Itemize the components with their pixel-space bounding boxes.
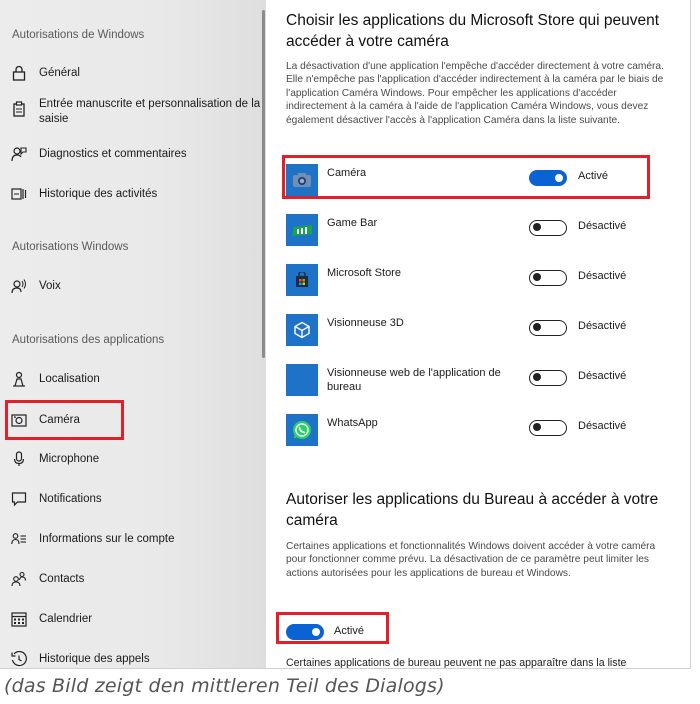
store-apps-heading: Choisir les applications du Microsoft St… <box>286 12 660 50</box>
app-row-microsoft-store: Microsoft Store Désactivé <box>276 264 684 300</box>
3d-viewer-toggle[interactable] <box>529 320 567 336</box>
sidebar-item-general[interactable]: Général <box>10 64 80 82</box>
calendar-icon <box>10 610 28 628</box>
lock-icon <box>10 64 28 82</box>
app-row-desktop-web-viewer: Visionneuse web de l'application de bure… <box>276 364 684 400</box>
app-toggle-state: Désactivé <box>578 370 627 382</box>
app-toggle-state: Désactivé <box>578 270 627 282</box>
sidebar-item-contacts[interactable]: Contacts <box>10 570 84 588</box>
microsoft-store-toggle[interactable] <box>529 270 567 286</box>
sidebar-item-diagnostics[interactable]: Diagnostics et commentaires <box>10 145 187 163</box>
game-bar-icon <box>286 214 318 246</box>
app-toggle-state: Désactivé <box>578 320 627 332</box>
image-caption: (das Bild zeigt den mittleren Teil des D… <box>4 675 445 697</box>
sidebar: Autorisations de Windows Général Entrée … <box>0 0 266 668</box>
sidebar-item-activity-history[interactable]: Historique des activités <box>10 185 157 203</box>
app-row-3d-viewer: Visionneuse 3D Désactivé <box>276 314 684 350</box>
store-apps-description: La désactivation d'une application l'emp… <box>286 61 664 126</box>
sidebar-item-label: Diagnostics et commentaires <box>39 147 187 160</box>
highlight-box-camera-app <box>282 155 650 199</box>
app-name: Visionneuse 3D <box>327 317 404 329</box>
store-bag-icon <box>286 264 318 296</box>
sidebar-item-speech[interactable]: Voix <box>10 277 61 295</box>
blank-tile-icon <box>286 364 318 396</box>
whatsapp-toggle[interactable] <box>529 420 567 436</box>
sidebar-item-label: Informations sur le compte <box>39 532 175 545</box>
call-history-icon <box>10 650 28 668</box>
whatsapp-icon <box>286 414 318 446</box>
notifications-icon <box>10 490 28 508</box>
highlight-box-camera-nav <box>5 400 124 440</box>
sidebar-item-label: Notifications <box>39 492 102 505</box>
sidebar-item-label: Voix <box>39 279 61 292</box>
activity-history-icon <box>10 185 28 203</box>
sidebar-item-account-info[interactable]: Informations sur le compte <box>10 530 175 548</box>
highlight-box-desktop-toggle <box>276 612 389 644</box>
section-header-windows-permissions-2: Autorisations Windows <box>12 241 129 253</box>
sidebar-item-label: Microphone <box>39 452 100 465</box>
app-name: WhatsApp <box>327 417 378 429</box>
sidebar-item-inking[interactable]: Entrée manuscrite et personnalisation de… <box>10 97 262 127</box>
sidebar-scrollbar[interactable] <box>262 10 265 358</box>
frame-border-right <box>690 0 691 668</box>
contacts-icon <box>10 570 28 588</box>
app-row-whatsapp: WhatsApp Désactivé <box>276 414 684 450</box>
app-toggle-state: Désactivé <box>578 420 627 432</box>
desktop-web-viewer-toggle[interactable] <box>529 370 567 386</box>
app-name: Microsoft Store <box>327 267 401 279</box>
sidebar-item-location[interactable]: Localisation <box>10 370 100 388</box>
desktop-apps-description: Certaines applications et fonctionnalité… <box>286 541 656 579</box>
desktop-apps-footer-note: Certaines applications de bureau peuvent… <box>286 657 627 668</box>
microphone-icon <box>10 450 28 468</box>
section-header-windows-permissions: Autorisations de Windows <box>12 29 145 41</box>
sidebar-item-notifications[interactable]: Notifications <box>10 490 102 508</box>
app-row-game-bar: Game Bar Désactivé <box>276 214 684 250</box>
app-name: Game Bar <box>327 217 378 229</box>
location-person-icon <box>10 370 28 388</box>
clipboard-icon <box>10 100 28 118</box>
sidebar-item-label: Entrée manuscrite et personnalisation de… <box>39 98 261 125</box>
frame-border-bottom <box>0 668 691 669</box>
3d-cube-icon <box>286 314 318 346</box>
game-bar-toggle[interactable] <box>529 220 567 236</box>
sidebar-item-microphone[interactable]: Microphone <box>10 450 99 468</box>
sidebar-item-label: Localisation <box>39 372 100 385</box>
sidebar-item-call-history[interactable]: Historique des appels <box>10 650 150 668</box>
app-toggle-state: Désactivé <box>578 220 627 232</box>
section-header-app-permissions: Autorisations des applications <box>12 334 165 346</box>
account-info-icon <box>10 530 28 548</box>
sidebar-item-label: Général <box>39 66 80 79</box>
speech-icon <box>10 277 28 295</box>
sidebar-item-label: Historique des appels <box>39 652 150 665</box>
sidebar-item-label: Calendrier <box>39 612 93 625</box>
desktop-apps-heading: Autoriser les applications du Bureau à a… <box>286 491 659 529</box>
app-name: Visionneuse web de l'application de bure… <box>327 367 501 393</box>
sidebar-item-label: Historique des activités <box>39 187 158 200</box>
sidebar-item-label: Contacts <box>39 572 85 585</box>
feedback-person-icon <box>10 145 28 163</box>
sidebar-item-calendar[interactable]: Calendrier <box>10 610 92 628</box>
main-content: Choisir les applications du Microsoft St… <box>276 0 684 668</box>
